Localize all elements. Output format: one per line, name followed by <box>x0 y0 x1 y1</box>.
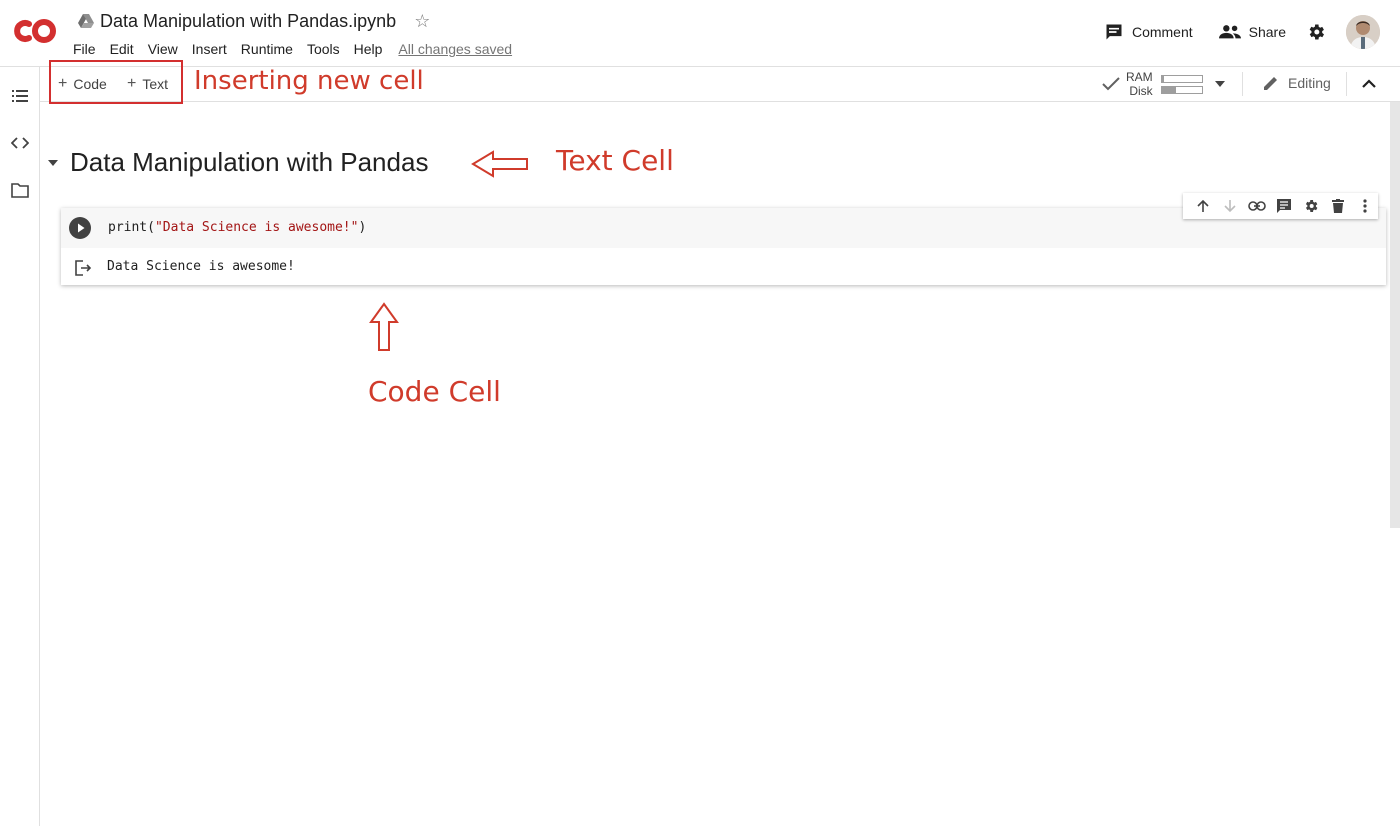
toolbar-separator <box>1346 72 1347 96</box>
section-collapse-icon[interactable] <box>47 158 59 168</box>
avatar[interactable] <box>1346 15 1380 49</box>
menu-bar: File Edit View Insert Runtime Tools Help… <box>73 40 512 58</box>
menu-edit[interactable]: Edit <box>110 41 134 57</box>
code-cell[interactable]: print("Data Science is awesome!") Data S… <box>61 208 1386 285</box>
toolbar-divider <box>40 101 1400 102</box>
output-icon[interactable] <box>74 260 92 276</box>
section-title[interactable]: Data Manipulation with Pandas <box>70 147 428 178</box>
ram-bar-fill <box>1161 75 1164 82</box>
annotation-box <box>49 60 183 104</box>
menu-view[interactable]: View <box>148 41 178 57</box>
menu-runtime[interactable]: Runtime <box>241 41 293 57</box>
ram-bar <box>1160 74 1203 83</box>
settings-icon[interactable] <box>1297 193 1324 219</box>
link-icon[interactable] <box>1243 193 1270 219</box>
comment-button[interactable]: Comment <box>1104 22 1193 42</box>
star-icon[interactable]: ☆ <box>414 12 430 30</box>
move-down-icon[interactable] <box>1216 193 1243 219</box>
delete-icon[interactable] <box>1324 193 1351 219</box>
menu-tools[interactable]: Tools <box>307 41 340 57</box>
resource-bars <box>1160 72 1203 97</box>
ram-label: RAM <box>1126 70 1153 84</box>
notebook-title[interactable]: Data Manipulation with Pandas.ipynb <box>100 11 396 32</box>
annotation-inserting: Inserting new cell <box>194 66 424 96</box>
cell-toolbar <box>1183 193 1378 219</box>
cell-output: Data Science is awesome! <box>107 259 295 274</box>
people-icon <box>1218 25 1241 39</box>
menu-insert[interactable]: Insert <box>192 41 227 57</box>
disk-bar-fill <box>1161 86 1176 93</box>
resource-monitor[interactable]: RAM Disk <box>1102 70 1225 98</box>
settings-icon[interactable] <box>1306 22 1326 42</box>
share-button[interactable]: Share <box>1218 24 1286 40</box>
pencil-icon <box>1264 77 1277 90</box>
check-icon <box>1102 77 1120 91</box>
scrollbar[interactable] <box>1390 102 1400 528</box>
resource-labels: RAM Disk <box>1126 70 1153 98</box>
annotation-text-cell: Text Cell <box>556 144 674 177</box>
move-up-icon[interactable] <box>1189 193 1216 219</box>
drive-icon <box>78 14 94 28</box>
annotation-code-cell: Code Cell <box>368 375 501 408</box>
annotation-arrow-up <box>369 302 399 351</box>
menu-file[interactable]: File <box>73 41 96 57</box>
editing-label: Editing <box>1288 75 1331 91</box>
colab-logo[interactable] <box>14 16 58 46</box>
play-icon <box>78 223 85 233</box>
share-label: Share <box>1248 24 1286 40</box>
comment-icon <box>1106 24 1122 40</box>
code-function: print( <box>108 220 155 235</box>
header: Data Manipulation with Pandas.ipynb ☆ Fi… <box>0 0 1400 66</box>
folder-icon[interactable] <box>11 181 29 199</box>
menu-help[interactable]: Help <box>354 41 383 57</box>
disk-bar <box>1160 85 1203 94</box>
header-actions: Comment Share <box>1078 14 1380 50</box>
editing-button[interactable]: Editing <box>1262 74 1331 92</box>
code-text[interactable]: print("Data Science is awesome!") <box>108 220 366 235</box>
toolbar-separator <box>1242 72 1243 96</box>
annotation-arrow-left <box>471 150 528 178</box>
code-snippets-icon[interactable] <box>11 134 29 152</box>
toc-icon[interactable] <box>11 87 29 105</box>
more-icon[interactable] <box>1351 193 1378 219</box>
title-row: Data Manipulation with Pandas.ipynb ☆ <box>78 9 430 33</box>
save-status[interactable]: All changes saved <box>398 41 512 57</box>
comment-icon[interactable] <box>1270 193 1297 219</box>
comment-label: Comment <box>1131 24 1193 40</box>
disk-label: Disk <box>1129 84 1153 98</box>
code-close: ) <box>358 220 367 235</box>
code-string: "Data Science is awesome!" <box>154 220 359 235</box>
run-button[interactable] <box>69 217 91 239</box>
sidebar-divider <box>39 67 40 826</box>
dropdown-icon[interactable] <box>1214 81 1225 87</box>
collapse-icon[interactable] <box>1362 79 1376 88</box>
